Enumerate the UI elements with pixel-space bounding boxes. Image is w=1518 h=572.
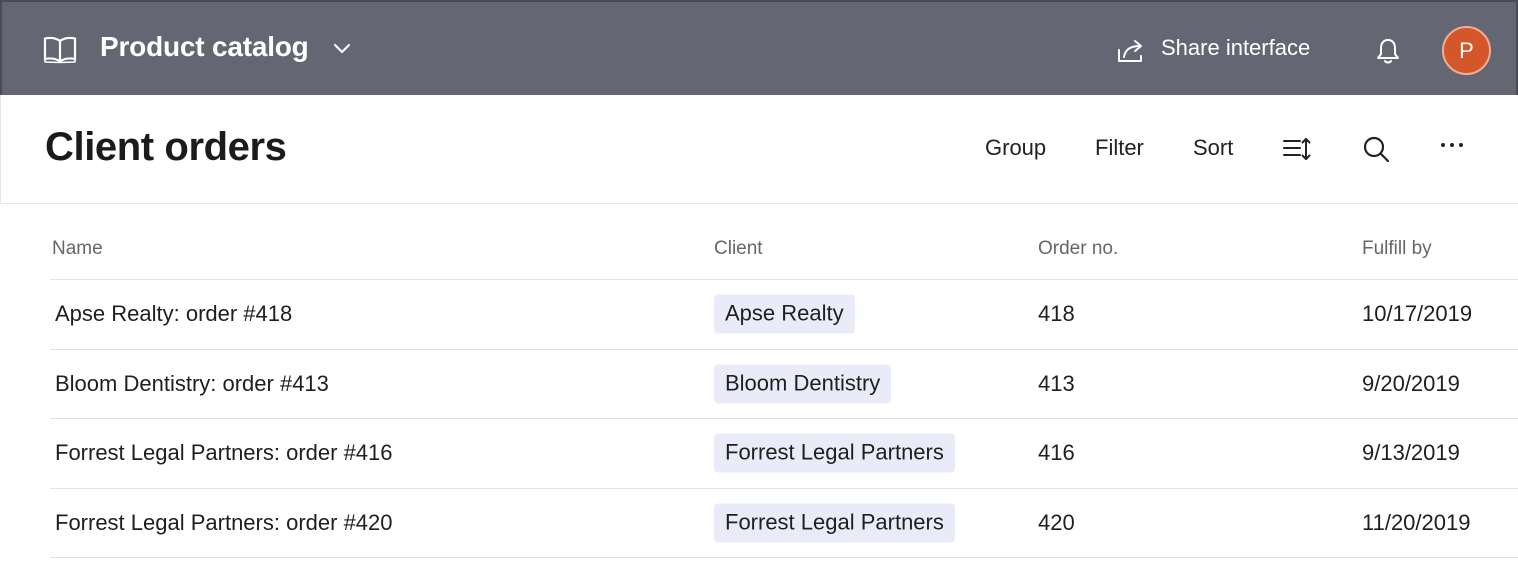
share-interface-label: Share interface [1161,35,1311,60]
cell-name: Bloom Dentistry: order #413 [55,370,329,396]
client-chip: Forrest Legal Partners [714,503,955,543]
app-title[interactable]: Product catalog [100,31,309,63]
orders-table: Name Client Order no. Fulfill by Apse Re… [50,204,1518,558]
client-chip: Forrest Legal Partners [714,433,955,473]
row-height-icon[interactable] [1282,136,1312,162]
cell-client: Bloom Dentistry [714,364,892,404]
group-button[interactable]: Group [985,135,1046,161]
column-header-client[interactable]: Client [714,238,763,260]
column-header-order-no[interactable]: Order no. [1038,238,1118,260]
cell-client: Forrest Legal Partners [714,433,955,473]
cell-client: Apse Realty [714,294,855,334]
cell-fulfill-by: 11/20/2019 [1362,509,1471,535]
table-row[interactable]: Bloom Dentistry: order #413 Bloom Dentis… [50,350,1518,419]
view-toolbar: Client orders Group Filter Sort [0,95,1518,204]
cell-name: Apse Realty: order #418 [55,301,293,327]
bell-icon[interactable] [1374,37,1402,65]
top-bar: Product catalog Share interface P [0,0,1518,95]
cell-fulfill-by: 9/20/2019 [1362,370,1460,396]
filter-button[interactable]: Filter [1095,135,1144,161]
cell-order-no: 413 [1038,370,1075,396]
client-chip: Bloom Dentistry [714,364,892,404]
table-header: Name Client Order no. Fulfill by [50,204,1518,280]
table-row[interactable]: Forrest Legal Partners: order #420 Forre… [50,489,1518,558]
share-icon [1118,40,1142,62]
avatar[interactable]: P [1442,26,1491,75]
cell-name: Forrest Legal Partners: order #416 [55,440,393,466]
table-row[interactable]: Apse Realty: order #418 Apse Realty 418 … [50,280,1518,350]
page-title: Client orders [45,125,287,169]
column-header-name[interactable]: Name [52,238,103,260]
cell-fulfill-by: 9/13/2019 [1362,440,1460,466]
chevron-down-icon[interactable] [332,42,352,56]
cell-client: Forrest Legal Partners [714,503,955,543]
cell-order-no: 420 [1038,509,1075,535]
cell-order-no: 416 [1038,440,1075,466]
table-row[interactable]: Forrest Legal Partners: order #416 Forre… [50,419,1518,489]
book-icon[interactable] [42,35,78,65]
client-chip: Apse Realty [714,294,855,334]
share-interface-button[interactable]: Share interface [1116,32,1336,68]
cell-name: Forrest Legal Partners: order #420 [55,509,393,535]
sort-button[interactable]: Sort [1193,135,1233,161]
cell-fulfill-by: 10/17/2019 [1362,301,1473,327]
column-header-fulfill-by[interactable]: Fulfill by [1362,238,1432,260]
more-icon[interactable] [1439,140,1465,150]
search-icon[interactable] [1362,135,1390,163]
cell-order-no: 418 [1038,301,1075,327]
